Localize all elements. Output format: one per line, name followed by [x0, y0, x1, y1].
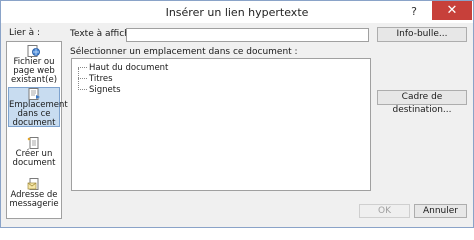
sidebar-item-existing-file[interactable]: Fichier ou page web existant(e): [8, 45, 60, 85]
email-icon: [27, 178, 39, 190]
sidebar-item-label: document: [12, 158, 56, 168]
ok-button[interactable]: OK: [359, 204, 410, 218]
screentip-button[interactable]: Info-bulle...: [377, 27, 467, 42]
location-label: Sélectionner un emplacement dans ce docu…: [70, 47, 298, 57]
sidebar-item-label: document: [12, 118, 56, 128]
help-button[interactable]: ?: [402, 4, 426, 20]
close-button[interactable]: ✕: [432, 1, 472, 20]
tree-item-label: Signets: [89, 85, 121, 95]
location-tree[interactable]: Haut du document Titres Signets: [71, 58, 371, 191]
tree-item-label: Titres: [89, 74, 113, 84]
sidebar-item-email-address[interactable]: Adresse de messagerie: [8, 178, 60, 210]
tree-item-bookmarks[interactable]: Signets: [78, 85, 121, 95]
sidebar-item-label: existant(e): [10, 75, 58, 85]
sidebar-item-place-in-document[interactable]: Emplacement dans ce document: [8, 87, 68, 128]
web-page-icon: [27, 45, 40, 57]
title-bar: Insérer un lien hypertexte ? ✕: [1, 1, 473, 23]
link-to-sidebar: Fichier ou page web existant(e) Emplacem…: [6, 41, 68, 219]
cancel-button[interactable]: Annuler: [414, 204, 467, 218]
link-to-label: Lier à :: [9, 28, 41, 38]
new-document-icon: [27, 137, 39, 149]
tree-item-headings[interactable]: Titres: [78, 74, 113, 84]
tree-item-label: Haut du document: [89, 63, 169, 73]
sidebar-item-create-document[interactable]: Créer un document: [8, 137, 60, 169]
text-to-display-input[interactable]: [126, 28, 369, 42]
tree-item-top-of-document[interactable]: Haut du document: [78, 63, 168, 73]
target-frame-button[interactable]: Cadre de destination...: [377, 90, 467, 115]
document-place-icon: [28, 88, 40, 100]
sidebar-item-label: messagerie: [9, 199, 59, 209]
insert-hyperlink-dialog: Insérer un lien hypertexte ? ✕ Lier à : …: [0, 0, 474, 228]
